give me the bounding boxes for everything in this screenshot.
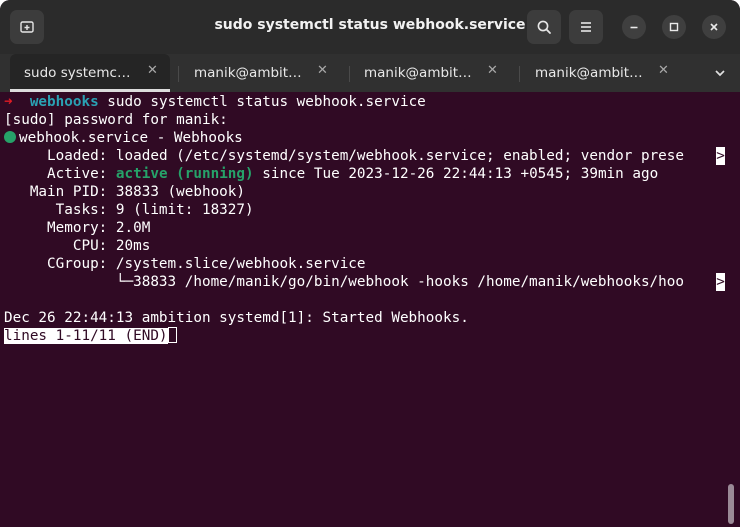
tab-label: sudo systemc… — [24, 65, 131, 81]
tab-close-icon[interactable]: ✕ — [658, 63, 669, 78]
search-icon — [537, 20, 551, 34]
service-header-line: webhook.service - Webhooks — [4, 129, 734, 147]
cpu-line: CPU: 20ms — [4, 238, 151, 254]
tab-divider — [519, 66, 520, 82]
pager-status: lines 1-11/11 (END) — [4, 328, 168, 344]
tab-overflow-button[interactable] — [700, 54, 740, 92]
tab-close-icon[interactable]: ✕ — [487, 63, 498, 78]
tab-3[interactable]: manik@ambit… ✕ — [350, 54, 510, 92]
tab-close-icon[interactable]: ✕ — [317, 63, 328, 78]
cgroup-child-line: └─38833 /home/manik/go/bin/webhook -hook… — [4, 273, 734, 291]
tasks-line: Tasks: 9 (limit: 18327) — [4, 202, 254, 218]
active-state: active (running) — [115, 166, 254, 182]
memory-line: Memory: 2.0M — [4, 220, 151, 236]
command-text: sudo systemctl status webhook.service — [98, 94, 426, 110]
prompt-directory: webhooks — [29, 94, 99, 110]
log-line: Dec 26 22:44:13 ambition systemd[1]: Sta… — [4, 310, 469, 326]
tab-label: manik@ambit… — [535, 65, 643, 81]
close-button[interactable] — [702, 15, 726, 39]
terminal-output[interactable]: ➜ webhooks sudo systemctl status webhook… — [4, 93, 734, 345]
new-tab-icon — [20, 21, 34, 33]
close-icon — [710, 23, 718, 31]
cgroup-line: CGroup: /system.slice/webhook.service — [4, 256, 366, 272]
hamburger-menu-icon — [581, 22, 591, 32]
service-header: webhook.service - Webhooks — [19, 130, 243, 146]
minimize-button[interactable] — [622, 15, 646, 39]
chevron-down-icon — [715, 70, 725, 77]
header-bar: sudo systemctl status webhook.service — [0, 0, 740, 54]
active-key: Active: — [4, 166, 108, 182]
truncation-marker: > — [716, 147, 725, 165]
loaded-line: Loaded: loaded (/etc/systemd/system/webh… — [4, 147, 734, 165]
active-line: Active: active (running) since Tue 2023-… — [4, 165, 734, 183]
terminal-cursor — [167, 327, 177, 343]
tab-4[interactable]: manik@ambit… ✕ — [521, 54, 681, 92]
tab-2[interactable]: manik@ambit… ✕ — [180, 54, 340, 92]
tab-bar: sudo systemc… ✕ manik@ambit… ✕ manik@amb… — [0, 54, 740, 92]
new-tab-button[interactable] — [10, 10, 44, 44]
sudo-prompt-line: [sudo] password for manik: — [4, 112, 228, 128]
scrollbar-thumb[interactable] — [728, 484, 734, 524]
menu-button[interactable] — [569, 10, 603, 44]
pager-status-line: lines 1-11/11 (END) — [4, 327, 734, 345]
tab-label: manik@ambit… — [364, 65, 472, 81]
maximize-icon — [669, 22, 679, 32]
prompt-line: ➜ webhooks sudo systemctl status webhook… — [4, 93, 734, 111]
maximize-button[interactable] — [662, 15, 686, 39]
tab-divider — [178, 66, 179, 82]
loaded-value: loaded (/etc/systemd/system/webhook.serv… — [107, 148, 684, 164]
cgroup-child-text: └─38833 /home/manik/go/bin/webhook -hook… — [4, 274, 684, 290]
terminal-window: sudo systemctl status webhook.service su… — [0, 0, 740, 527]
tab-close-icon[interactable]: ✕ — [147, 63, 158, 78]
status-dot-icon — [4, 131, 16, 143]
loaded-key: Loaded: — [4, 148, 108, 164]
tab-label: manik@ambit… — [194, 65, 302, 81]
search-button[interactable] — [527, 10, 561, 44]
main-pid-line: Main PID: 38833 (webhook) — [4, 184, 246, 200]
active-since: since Tue 2023-12-26 22:44:13 +0545; 39m… — [253, 166, 659, 182]
truncation-marker: > — [716, 273, 725, 291]
minimize-icon — [630, 26, 638, 29]
tab-1[interactable]: sudo systemc… ✕ — [10, 54, 170, 92]
prompt-arrow-icon: ➜ — [4, 94, 13, 110]
